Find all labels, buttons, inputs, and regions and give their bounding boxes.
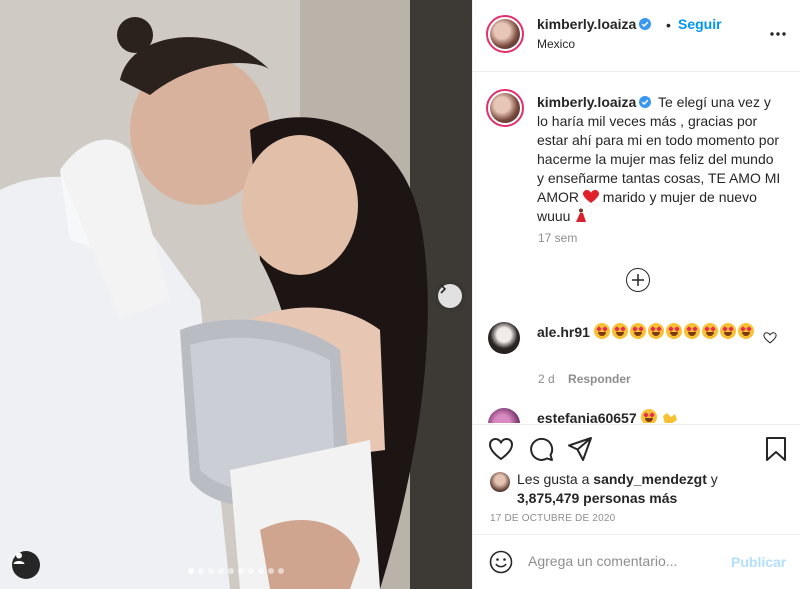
user-tag-icon <box>13 552 25 564</box>
liker-username[interactable]: sandy_mendezgt <box>593 471 707 487</box>
tagged-users-button[interactable] <box>12 551 40 579</box>
comment-username[interactable]: ale.hr91 <box>537 324 590 340</box>
carousel-dot <box>258 568 264 574</box>
share-icon[interactable] <box>567 436 593 462</box>
carousel-dot <box>198 568 204 574</box>
comment-username[interactable]: estefania60657 <box>537 410 637 423</box>
clap-emoji-icon <box>663 413 678 423</box>
heart-eyes-emoji-icon <box>701 323 718 339</box>
carousel-dot <box>248 568 254 574</box>
comment-meta: 2 d Responder <box>538 372 631 386</box>
post-photo[interactable] <box>0 0 472 589</box>
carousel-dot <box>188 568 194 574</box>
carousel-dot <box>218 568 224 574</box>
comment-text-emojis <box>593 323 756 340</box>
load-more-comments-button[interactable] <box>626 268 650 292</box>
comment-input[interactable] <box>528 553 718 569</box>
carousel-dot <box>268 568 274 574</box>
heart-eyes-emoji-icon <box>683 323 700 339</box>
follow-button[interactable]: Seguir <box>678 16 722 32</box>
emoji-icon[interactable] <box>489 550 513 574</box>
liker-avatar[interactable] <box>490 472 510 492</box>
caption-author-avatar[interactable] <box>486 89 524 127</box>
heart-eyes-emoji-icon <box>629 323 646 339</box>
comment-row: estefania60657 <box>537 409 678 423</box>
likes-summary: Les gusta a sandy_mendezgt y 3,875,479 p… <box>517 470 787 508</box>
more-options-icon[interactable] <box>769 26 787 42</box>
plus-icon <box>632 274 644 286</box>
publish-button[interactable]: Publicar <box>731 554 786 570</box>
author-username-text[interactable]: kimberly.loaiza <box>537 16 636 32</box>
post-date[interactable]: 17 DE OCTUBRE DE 2020 <box>490 513 615 524</box>
reply-button[interactable]: Responder <box>568 372 631 386</box>
author-username[interactable]: kimberly.loaiza <box>537 16 652 32</box>
comment-icon[interactable] <box>528 436 554 462</box>
verified-badge-icon <box>639 96 652 108</box>
heart-eyes-emoji-icon <box>640 409 657 423</box>
heart-icon[interactable] <box>488 436 514 462</box>
heart-eyes-emoji-icon <box>737 323 754 339</box>
author-avatar[interactable] <box>486 15 524 53</box>
comment-item: ale.hr91 <box>537 323 765 342</box>
likes-prefix: Les gusta a <box>517 471 590 487</box>
next-photo-button[interactable] <box>438 284 462 308</box>
heart-eyes-emoji-icon <box>647 323 664 339</box>
heart-eyes-emoji-icon <box>665 323 682 339</box>
post-actions: Les gusta a sandy_mendezgt y 3,875,479 p… <box>473 424 800 534</box>
caption-username-text[interactable]: kimberly.loaiza <box>537 94 636 110</box>
verified-badge-icon <box>639 18 652 30</box>
dancer-emoji-icon <box>576 208 587 222</box>
commenter-avatar[interactable] <box>488 322 520 354</box>
commenter-avatar[interactable] <box>488 408 520 423</box>
chevron-right-icon <box>440 284 447 294</box>
carousel-dot <box>278 568 284 574</box>
carousel-dot <box>228 568 234 574</box>
add-comment-bar: Publicar <box>473 534 800 589</box>
caption-timestamp[interactable]: 17 sem <box>538 231 577 245</box>
heart-eyes-emoji-icon <box>719 323 736 339</box>
carousel-dot <box>238 568 244 574</box>
separator-bullet: • <box>666 17 671 33</box>
carousel-dot <box>208 568 214 574</box>
post-caption: kimberly.loaiza Te elegí una vez y lo ha… <box>537 93 783 226</box>
post-detail-panel: kimberly.loaiza • Seguir Mexico kimberly… <box>472 0 800 589</box>
likes-count[interactable]: 3,875,479 personas más <box>517 490 677 506</box>
bookmark-icon[interactable] <box>763 436 789 462</box>
heart-eyes-emoji-icon <box>593 323 610 339</box>
photo-illustration <box>0 0 472 589</box>
heart-eyes-emoji-icon <box>611 323 628 339</box>
carousel-indicator <box>188 568 284 574</box>
post-location[interactable]: Mexico <box>537 37 575 51</box>
red-heart-emoji-icon <box>582 190 599 203</box>
caption-username[interactable]: kimberly.loaiza <box>537 94 652 110</box>
comment-timestamp[interactable]: 2 d <box>538 372 555 386</box>
likes-conjunction: y <box>710 471 718 487</box>
post-header: kimberly.loaiza • Seguir Mexico <box>473 0 800 72</box>
comment-item-partial: estefania60657 <box>473 395 800 423</box>
like-comment-heart-icon[interactable] <box>763 331 777 345</box>
